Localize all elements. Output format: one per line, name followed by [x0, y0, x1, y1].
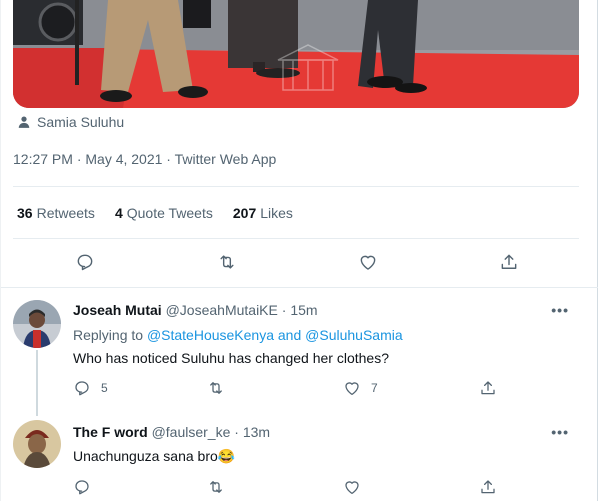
author-name[interactable]: Joseah Mutai — [73, 302, 162, 318]
like-icon — [360, 255, 376, 270]
reply-header: Joseah Mutai @JoseahMutaiKE · 15m — [73, 302, 318, 318]
replying-mentions[interactable]: @StateHouseKenya and @SuluhuSamia — [147, 327, 403, 343]
retweets-label: Retweets — [36, 205, 95, 221]
tweet-detail-panel: Samia Suluhu 12:27 PM · May 4, 2021 · Tw… — [0, 0, 598, 501]
replying-prefix: Replying to — [73, 327, 144, 343]
replying-to: Replying to @StateHouseKenya and @Suluhu… — [73, 327, 403, 343]
reply-count: 5 — [101, 381, 108, 395]
like-icon — [345, 481, 359, 495]
avatar[interactable] — [13, 420, 61, 468]
reply-header: The F word @faulser_ke · 13m — [73, 424, 270, 440]
more-icon[interactable]: ••• — [551, 302, 569, 318]
reply-tweet[interactable]: The F word @faulser_ke · 13m ••• Unachun… — [1, 414, 591, 501]
reply-button[interactable] — [73, 250, 97, 274]
thread-line — [36, 350, 38, 416]
retweet-icon — [220, 255, 234, 269]
like-button[interactable]: 7 — [343, 379, 378, 397]
retweet-button[interactable] — [215, 250, 239, 274]
more-icon[interactable]: ••• — [551, 424, 569, 440]
like-button[interactable] — [356, 250, 380, 274]
reply-time[interactable]: · 15m — [282, 302, 318, 318]
share-button[interactable] — [479, 478, 497, 496]
quote-tweets-stat[interactable]: 4 Quote Tweets — [115, 205, 213, 221]
reply-time[interactable]: · 13m — [234, 424, 270, 440]
tweet-stats: 36 Retweets 4 Quote Tweets 207 Likes — [17, 205, 293, 221]
like-icon — [345, 382, 359, 396]
reply-text: Who has noticed Suluhu has changed her c… — [73, 350, 389, 366]
like-count: 7 — [371, 381, 378, 395]
retweet-icon — [210, 481, 222, 493]
tweet-timestamp[interactable]: 12:27 PM · May 4, 2021 · Twitter Web App — [13, 151, 276, 167]
reply-icon — [77, 254, 93, 271]
tagged-user-name: Samia Suluhu — [37, 114, 125, 130]
retweet-icon — [210, 382, 222, 394]
like-button[interactable] — [343, 478, 361, 496]
retweet-button[interactable] — [207, 478, 225, 496]
author-name[interactable]: The F word — [73, 424, 148, 440]
divider — [13, 238, 579, 239]
retweet-button[interactable] — [207, 379, 225, 397]
tweet-action-bar — [1, 250, 581, 276]
quote-tweets-label: Quote Tweets — [126, 205, 213, 221]
likes-label: Likes — [260, 205, 293, 221]
author-handle[interactable]: @JoseahMutaiKE — [166, 302, 278, 318]
retweets-stat[interactable]: 36 Retweets — [17, 205, 95, 221]
avatar[interactable] — [13, 300, 61, 348]
share-button[interactable] — [479, 379, 497, 397]
share-icon — [481, 381, 495, 395]
photo-illustration — [13, 0, 579, 108]
reply-tweet[interactable]: Joseah Mutai @JoseahMutaiKE · 15m ••• Re… — [1, 288, 591, 416]
share-icon — [481, 480, 495, 494]
reply-button[interactable]: 5 — [73, 379, 108, 397]
likes-count: 207 — [232, 205, 257, 221]
quote-tweets-count: 4 — [114, 205, 123, 221]
user-icon — [18, 116, 30, 128]
reply-icon — [75, 381, 89, 396]
reply-text: Unachunguza sana bro😂 — [73, 448, 236, 464]
reply-button[interactable] — [73, 478, 91, 496]
retweets-count: 36 — [17, 205, 33, 221]
divider — [13, 186, 579, 187]
tagged-people[interactable]: Samia Suluhu — [17, 114, 124, 130]
share-icon — [501, 254, 517, 269]
author-handle[interactable]: @faulser_ke — [152, 424, 231, 440]
share-button[interactable] — [497, 250, 521, 274]
tweet-photo[interactable] — [13, 0, 579, 108]
reply-icon — [75, 480, 89, 495]
likes-stat[interactable]: 207 Likes — [233, 205, 293, 221]
